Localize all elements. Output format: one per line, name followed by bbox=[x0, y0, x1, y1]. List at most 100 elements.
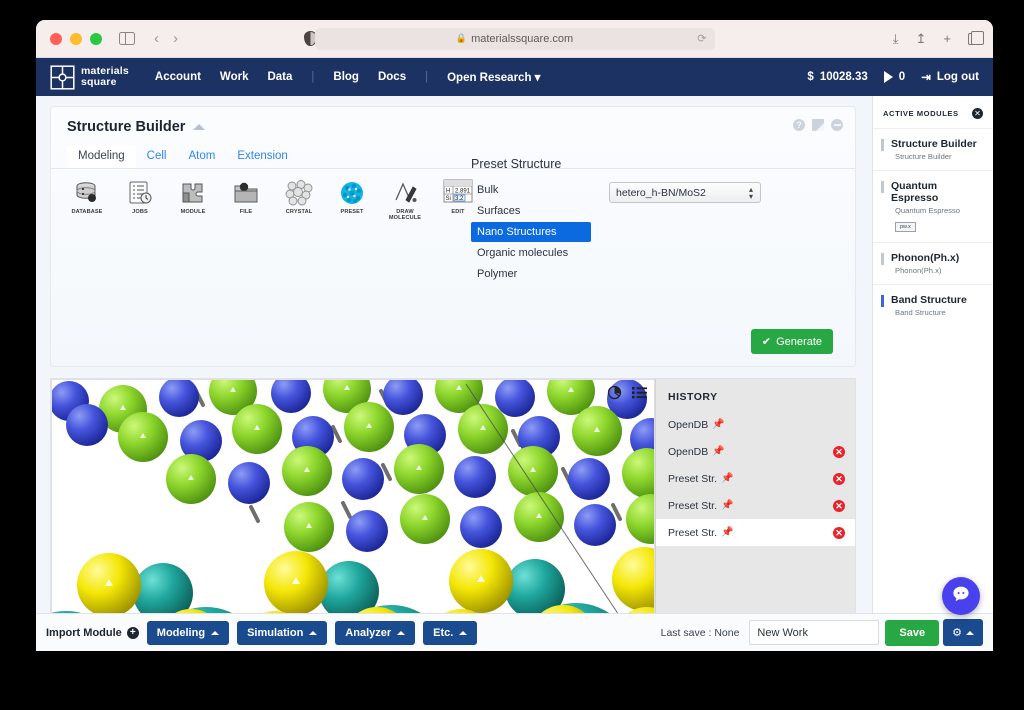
history-row-3-label: Preset Str. bbox=[668, 473, 717, 485]
molecule-canvas[interactable] bbox=[51, 379, 655, 651]
close-icon[interactable]: ✕ bbox=[972, 108, 983, 119]
address-bar[interactable]: 🔒 materialssquare.com ⟳ bbox=[315, 28, 715, 50]
tab-modeling[interactable]: Modeling bbox=[67, 145, 136, 168]
help-icon[interactable]: ? bbox=[793, 119, 805, 131]
save-button[interactable]: Save bbox=[885, 620, 939, 646]
sidebar-item-phonon[interactable]: Phonon(Ph.x) Phonon(Ph.x) bbox=[873, 242, 993, 284]
tool-database[interactable]: DATABASE bbox=[67, 179, 107, 222]
etc-menu-button[interactable]: Etc. bbox=[423, 621, 477, 645]
delete-history-button[interactable]: ✕ bbox=[833, 500, 845, 512]
screenshot-root: ‹ › 🔒 materialssquare.com ⟳ ⤓ ↥ + bbox=[0, 0, 1024, 710]
pin-icon[interactable]: 📌 bbox=[712, 446, 724, 457]
preset-item-organic-molecules[interactable]: Organic molecules bbox=[471, 243, 591, 263]
module-accent-bar bbox=[881, 253, 884, 265]
module-badge: pw.x bbox=[895, 222, 916, 232]
history-row-3[interactable]: Preset Str. 📌 ✕ bbox=[656, 465, 855, 492]
close-window-button[interactable] bbox=[50, 33, 62, 45]
pin-icon[interactable]: 📌 bbox=[721, 473, 733, 484]
nav-link-data[interactable]: Data bbox=[267, 71, 292, 83]
preset-item-polymer[interactable]: Polymer bbox=[471, 264, 591, 284]
tab-extension[interactable]: Extension bbox=[226, 145, 299, 168]
tool-preset[interactable]: PRESET bbox=[332, 179, 372, 222]
history-row-5-label: Preset Str. bbox=[668, 527, 717, 539]
minimize-icon[interactable] bbox=[831, 119, 843, 131]
preset-item-surfaces[interactable]: Surfaces bbox=[471, 201, 591, 221]
logout-button[interactable]: ⇥ Log out bbox=[921, 70, 979, 84]
svg-text:3.2: 3.2 bbox=[455, 196, 464, 202]
preset-item-bulk[interactable]: Bulk bbox=[471, 180, 591, 200]
list-icon[interactable] bbox=[632, 385, 647, 400]
rotate-clock-icon[interactable] bbox=[607, 385, 622, 400]
note-icon[interactable] bbox=[812, 119, 824, 131]
brand-logo[interactable]: materials square bbox=[50, 65, 129, 90]
browser-nav-arrows: ‹ › bbox=[154, 30, 178, 47]
collapse-triangle-icon[interactable] bbox=[193, 124, 205, 130]
share-icon[interactable]: ↥ bbox=[916, 31, 927, 47]
nav-link-docs[interactable]: Docs bbox=[378, 71, 406, 83]
downloads-icon[interactable]: ⤓ bbox=[893, 31, 899, 47]
tool-preset-label: PRESET bbox=[332, 209, 372, 215]
history-row-2[interactable]: OpenDB 📌 ✕ bbox=[656, 438, 855, 465]
nav-link-blog[interactable]: Blog bbox=[333, 71, 359, 83]
app-top-navbar: materials square Account Work Data | Blo… bbox=[36, 58, 993, 96]
tab-atom[interactable]: Atom bbox=[177, 145, 226, 168]
nav-link-open-research[interactable]: Open Research ▾ bbox=[447, 70, 540, 84]
delete-history-button[interactable]: ✕ bbox=[833, 527, 845, 539]
pin-icon[interactable]: 📌 bbox=[721, 500, 733, 511]
structure-builder-card: Structure Builder ? Modeling Cell Atom E… bbox=[50, 106, 856, 367]
running-jobs[interactable]: 0 bbox=[884, 71, 905, 83]
file-icon bbox=[226, 179, 266, 207]
bottom-toolbar-right: Last save : None Save ⚙ bbox=[661, 619, 983, 646]
simulation-menu-button[interactable]: Simulation bbox=[237, 621, 327, 645]
work-name-input[interactable] bbox=[749, 620, 879, 645]
nav-link-account[interactable]: Account bbox=[155, 71, 201, 83]
sidebar-item-structure-builder[interactable]: Structure Builder Structure Builder bbox=[873, 128, 993, 170]
tool-crystal-label: CRYSTAL bbox=[279, 209, 319, 215]
generate-button-label: Generate bbox=[776, 336, 822, 348]
modeling-menu-button[interactable]: Modeling bbox=[147, 621, 229, 645]
import-module-button[interactable]: Import Module + bbox=[46, 627, 139, 639]
sidebar-item-quantum-espresso[interactable]: Quantum Espresso Quantum Espresso pw.x bbox=[873, 170, 993, 242]
chat-support-button[interactable] bbox=[942, 577, 980, 615]
tool-draw-molecule[interactable]: DRAWMOLECULE bbox=[385, 179, 425, 222]
maximize-window-button[interactable] bbox=[90, 33, 102, 45]
forward-button[interactable]: › bbox=[173, 30, 178, 47]
materials-square-logo-icon bbox=[50, 65, 75, 90]
tab-cell[interactable]: Cell bbox=[136, 145, 178, 168]
history-row-4[interactable]: Preset Str. 📌 ✕ bbox=[656, 492, 855, 519]
preset-item-nano-structures[interactable]: Nano Structures bbox=[471, 222, 591, 242]
modeling-menu-label: Modeling bbox=[157, 627, 205, 639]
history-row-1[interactable]: OpenDB 📌 bbox=[656, 411, 855, 438]
sidebar-item-band-structure[interactable]: Band Structure Band Structure bbox=[873, 284, 993, 326]
tool-jobs[interactable]: JOBS bbox=[120, 179, 160, 222]
pin-icon[interactable]: 📌 bbox=[721, 527, 733, 538]
back-button[interactable]: ‹ bbox=[154, 30, 159, 47]
check-icon: ✔ bbox=[762, 335, 771, 348]
pin-icon[interactable]: 📌 bbox=[712, 419, 724, 430]
delete-history-button[interactable]: ✕ bbox=[833, 473, 845, 485]
credit-balance[interactable]: $ 10028.33 bbox=[807, 71, 867, 83]
tool-file[interactable]: FILE bbox=[226, 179, 266, 222]
analyzer-menu-button[interactable]: Analyzer bbox=[335, 621, 415, 645]
module-subtitle: Quantum Espresso bbox=[881, 206, 983, 215]
new-tab-icon[interactable]: + bbox=[943, 31, 951, 46]
nav-link-open-research-label: Open Research bbox=[447, 72, 535, 84]
card-header: Structure Builder ? bbox=[51, 107, 855, 135]
import-module-label: Import Module bbox=[46, 627, 122, 639]
reload-icon[interactable]: ⟳ bbox=[697, 32, 706, 45]
tab-overview-icon[interactable] bbox=[968, 33, 979, 45]
save-options-button[interactable]: ⚙ bbox=[943, 619, 983, 646]
preset-structure-select[interactable]: hetero_h-BN/MoS2 ▴▾ bbox=[609, 182, 761, 203]
sidebar-toggle-button[interactable] bbox=[118, 30, 136, 48]
nav-link-work[interactable]: Work bbox=[220, 71, 249, 83]
history-row-5[interactable]: Preset Str. 📌 ✕ bbox=[656, 519, 855, 546]
delete-history-button[interactable]: ✕ bbox=[833, 446, 845, 458]
tool-crystal[interactable]: CRYSTAL bbox=[279, 179, 319, 222]
main-column: Structure Builder ? Modeling Cell Atom E… bbox=[36, 96, 872, 627]
minimize-window-button[interactable] bbox=[70, 33, 82, 45]
history-row-2-label: OpenDB bbox=[668, 446, 708, 458]
generate-button[interactable]: ✔ Generate bbox=[751, 329, 833, 354]
tool-module[interactable]: MODULE bbox=[173, 179, 213, 222]
history-row-4-label: Preset Str. bbox=[668, 500, 717, 512]
chat-bubble-icon bbox=[951, 584, 971, 609]
